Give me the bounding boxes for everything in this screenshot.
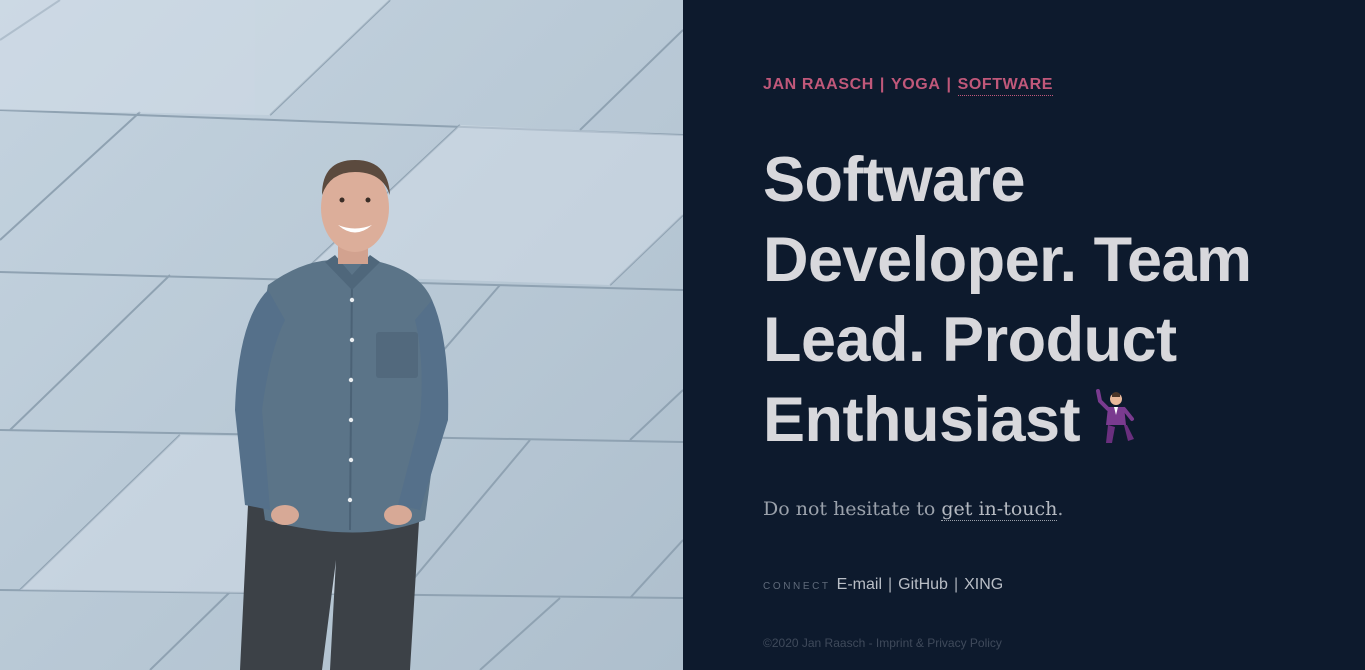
headline-line-3: Lead. Product — [763, 305, 1177, 375]
breadcrumb-separator: | — [879, 76, 885, 93]
breadcrumb-separator: | — [946, 76, 952, 93]
breadcrumb-item-yoga[interactable]: YOGA — [891, 76, 941, 94]
get-in-touch-link[interactable]: get in-touch — [941, 498, 1058, 521]
contact-tagline: Do not hesitate to get in-touch. — [763, 498, 1064, 521]
tagline-suffix: . — [1057, 498, 1064, 520]
github-link[interactable]: GitHub — [898, 576, 948, 593]
headline-line-2: Developer. Team — [763, 225, 1252, 295]
content-panel: JAN RAASCH | YOGA | SOFTWARE Software Develo… — [683, 0, 1365, 670]
connect-links: CONNECT E-mail | GitHub | XING — [763, 576, 1003, 594]
breadcrumb-item-jan-raasch[interactable]: JAN RAASCH — [763, 76, 874, 94]
connect-separator: | — [953, 576, 959, 593]
email-link[interactable]: E-mail — [837, 576, 882, 593]
tagline-prefix: Do not hesitate to — [763, 498, 942, 520]
photo-illustration — [0, 0, 683, 670]
headline-line-4: Enthusiast — [763, 385, 1081, 455]
page-title: Software Developer. Team Lead. Product E… — [763, 140, 1323, 464]
connect-label: CONNECT — [763, 581, 831, 592]
xing-link[interactable]: XING — [964, 576, 1003, 593]
headline-line-1: Software — [763, 145, 1026, 215]
dancing-man-icon — [1094, 384, 1138, 464]
breadcrumb-item-software[interactable]: SOFTWARE — [957, 76, 1054, 96]
connect-separator: | — [888, 576, 893, 593]
footer-copyright[interactable]: ©2020 Jan Raasch - Imprint & Privacy Pol… — [763, 636, 1002, 650]
portrait-photo — [0, 0, 683, 670]
breadcrumb: JAN RAASCH | YOGA | SOFTWARE — [763, 76, 1054, 96]
